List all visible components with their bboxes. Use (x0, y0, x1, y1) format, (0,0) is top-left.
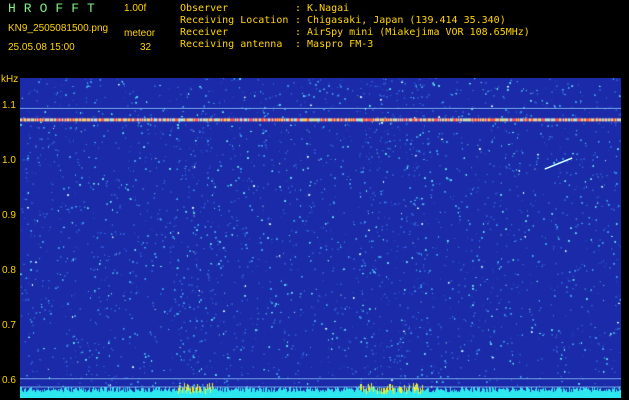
info-row-antenna: Receiving antenna: Maspro FM-3 (180, 39, 374, 50)
meteor-label: meteor (124, 28, 156, 39)
spectrogram (20, 78, 621, 398)
y-tick-label: 0.8 (2, 265, 16, 277)
y-axis-unit: kHz (1, 74, 19, 85)
meteor-echo (544, 157, 573, 170)
info-row-location: Receiving Location: Chigasaki, Japan (13… (180, 15, 506, 26)
app-title: HROFFT (8, 1, 103, 16)
y-tick-label: 0.7 (2, 320, 16, 332)
datetime-label: 25.05.08 15:00 (8, 42, 75, 53)
y-tick-label: 1.0 (2, 154, 16, 166)
header-panel: HROFFT 1.00f KN9_2505081500.png meteor 2… (0, 0, 629, 72)
y-tick-label: 1.1 (2, 99, 16, 111)
filename-label: KN9_2505081500.png (8, 23, 109, 34)
info-row-observer: Observer: K.Nagai (180, 3, 350, 14)
y-tick-label: 0.9 (2, 209, 16, 221)
y-tick-label: 0.6 (2, 375, 16, 387)
info-row-receiver: Receiver: AirSpy mini (Miakejima VOR 108… (180, 27, 530, 38)
meteor-count: 32 (140, 42, 152, 53)
station-info: Observer: K.Nagai Receiving Location: Ch… (180, 3, 530, 51)
spectrogram-overlay (20, 107, 621, 388)
version-label: 1.00f (124, 3, 147, 14)
